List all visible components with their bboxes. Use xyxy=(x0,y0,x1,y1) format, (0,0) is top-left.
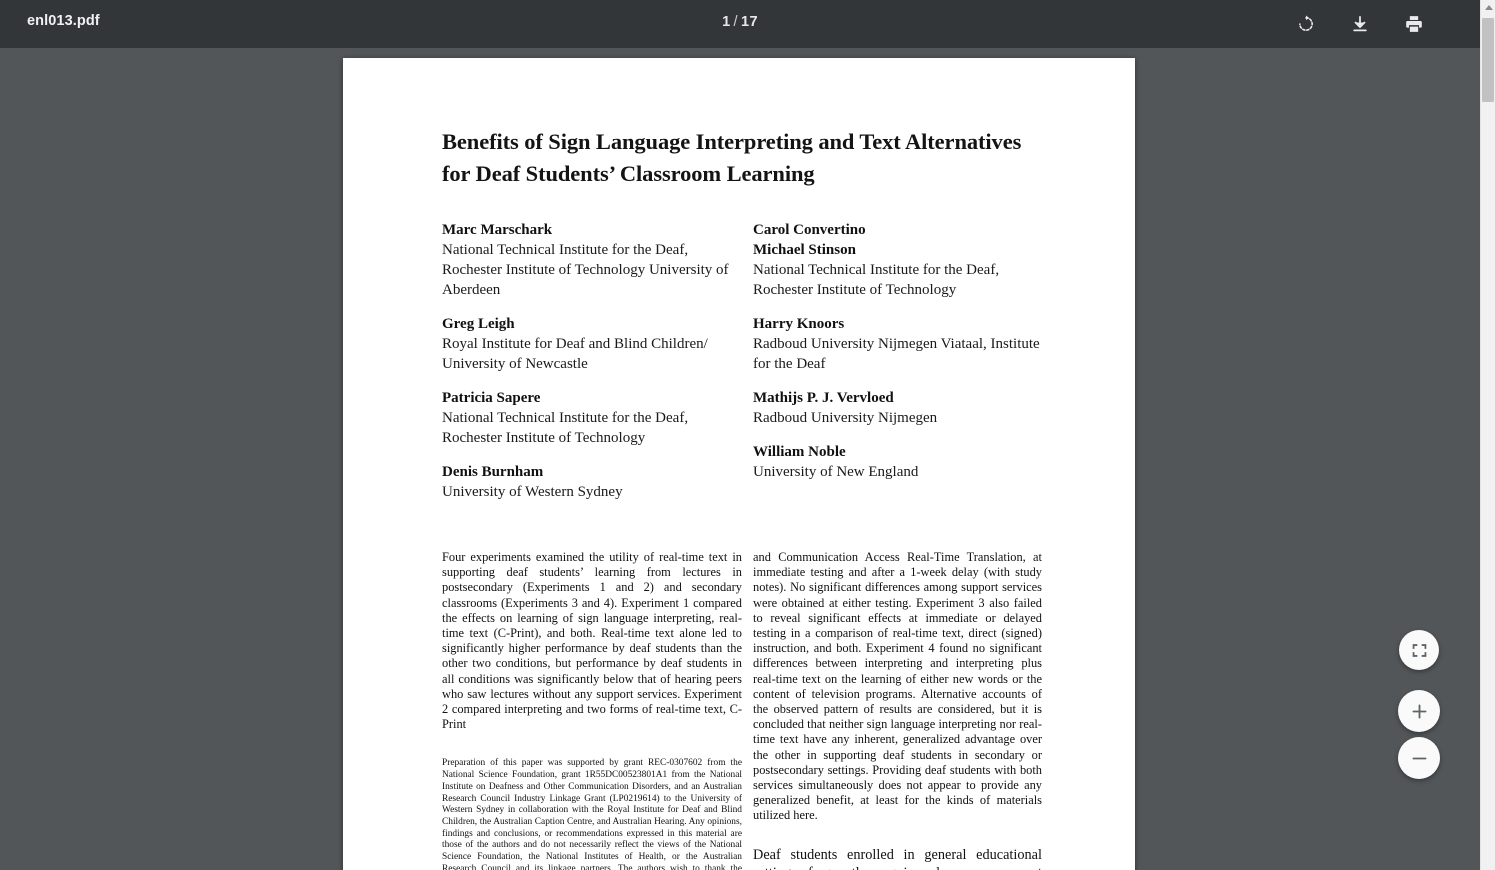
author-affiliation: University of Western Sydney xyxy=(442,484,623,500)
print-icon xyxy=(1404,14,1424,34)
author-entry: Carol Convertino Michael Stinson Nationa… xyxy=(753,220,1042,300)
download-button[interactable] xyxy=(1346,10,1374,38)
total-pages-value: 17 xyxy=(740,14,758,30)
author-name: Mathijs P. J. Vervloed xyxy=(753,390,894,406)
author-name-secondary: Michael Stinson xyxy=(753,242,856,258)
current-page-value: 1 xyxy=(722,14,731,30)
pdf-page-1: Benefits of Sign Language Interpreting a… xyxy=(343,58,1135,870)
rotate-clockwise-button[interactable] xyxy=(1292,10,1320,38)
author-affiliation: University of New England xyxy=(753,464,919,480)
author-entry: Greg Leigh Royal Institute for Deaf and … xyxy=(442,314,742,374)
author-entry: Harry Knoors Radboud University Nijmegen… xyxy=(753,314,1042,374)
zoom-controls xyxy=(1398,630,1440,779)
author-entry: Patricia Sapere National Technical Insti… xyxy=(442,388,742,448)
author-column-right: Carol Convertino Michael Stinson Nationa… xyxy=(742,220,1042,502)
zoom-in-button[interactable] xyxy=(1398,690,1440,732)
author-affiliation: Royal Institute for Deaf and Blind Child… xyxy=(442,336,708,372)
author-name: Denis Burnham xyxy=(442,464,544,480)
scroll-up-button[interactable] xyxy=(1481,0,1495,15)
download-icon xyxy=(1350,14,1370,34)
author-affiliation: Radboud University Nijmegen xyxy=(753,410,938,426)
author-name: William Noble xyxy=(753,444,846,460)
author-affiliation: National Technical Institute for the Dea… xyxy=(753,262,1000,298)
body-column-left: Four experiments examined the utility of… xyxy=(442,550,742,870)
plus-icon xyxy=(1410,702,1429,721)
body-column-right: and Communication Access Real-Time Trans… xyxy=(742,550,1042,870)
file-name-label: enl013.pdf xyxy=(27,13,100,29)
body-paragraph: Deaf students enrolled in general educat… xyxy=(753,846,1042,870)
abstract-text-left: Four experiments examined the utility of… xyxy=(442,550,742,732)
print-button[interactable] xyxy=(1400,10,1428,38)
author-name: Patricia Sapere xyxy=(442,390,541,406)
chevron-up-icon xyxy=(1484,5,1493,10)
author-affiliation: Radboud University Nijmegen Viataal, Ins… xyxy=(753,336,1040,372)
author-entry: Denis Burnham University of Western Sydn… xyxy=(442,462,742,502)
pdf-toolbar: enl013.pdf 1/17 xyxy=(0,0,1480,48)
vertical-scrollbar[interactable] xyxy=(1480,0,1495,870)
fit-to-page-icon xyxy=(1411,642,1428,659)
author-entry: William Noble University of New England xyxy=(753,442,1042,482)
document-body: Four experiments examined the utility of… xyxy=(442,550,1042,870)
author-entry: Marc Marschark National Technical Instit… xyxy=(442,220,742,300)
toolbar-actions xyxy=(1292,0,1428,48)
author-name: Harry Knoors xyxy=(753,316,845,332)
author-name: Marc Marschark xyxy=(442,222,553,238)
scrollbar-thumb[interactable] xyxy=(1482,18,1494,102)
author-list: Marc Marschark National Technical Instit… xyxy=(442,220,1042,502)
pdf-viewer-canvas[interactable]: Benefits of Sign Language Interpreting a… xyxy=(0,48,1480,870)
page-separator: / xyxy=(733,14,738,30)
rotate-clockwise-icon xyxy=(1296,14,1316,34)
author-column-left: Marc Marschark National Technical Instit… xyxy=(442,220,742,502)
author-name: Carol Convertino xyxy=(753,222,866,238)
page-indicator: 1/17 xyxy=(0,14,1480,30)
fit-to-page-button[interactable] xyxy=(1399,630,1439,670)
author-name: Greg Leigh xyxy=(442,316,515,332)
author-affiliation: National Technical Institute for the Dea… xyxy=(442,242,729,298)
document-title: Benefits of Sign Language Interpreting a… xyxy=(442,129,1022,186)
zoom-out-button[interactable] xyxy=(1398,737,1440,779)
author-entry: Mathijs P. J. Vervloed Radboud Universit… xyxy=(753,388,1042,428)
abstract-text-right: and Communication Access Real-Time Trans… xyxy=(753,550,1042,823)
pdf-page-content: Benefits of Sign Language Interpreting a… xyxy=(442,126,1042,870)
minus-icon xyxy=(1410,749,1429,768)
pdf-viewer-app: enl013.pdf 1/17 Benefits of Sign Languag… xyxy=(0,0,1495,870)
footnote-text: Preparation of this paper was supported … xyxy=(442,758,742,870)
author-affiliation: National Technical Institute for the Dea… xyxy=(442,410,689,446)
